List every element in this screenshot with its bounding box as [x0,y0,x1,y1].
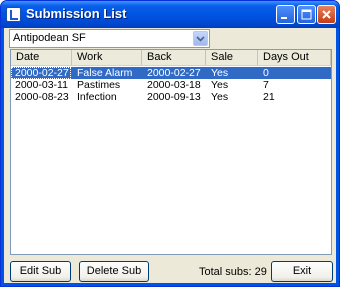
cell-back: 2000-02-27 [147,67,201,79]
delete-sub-button[interactable]: Delete Sub [79,261,149,282]
close-icon [322,10,331,19]
edit-sub-button[interactable]: Edit Sub [10,261,71,282]
cell-sale: Yes [211,91,229,103]
column-header-date[interactable]: Date [11,50,72,65]
maximize-icon [301,9,312,20]
column-header-back[interactable]: Back [142,50,206,65]
chevron-down-icon [196,36,205,42]
table-row[interactable]: 2000-02-27 False Alarm 2000-02-27 Yes 0 [11,67,331,79]
total-subs-label: Total subs: 29 [199,266,267,278]
maximize-button[interactable] [297,5,316,24]
table-row[interactable]: 2000-03-11 Pastimes 2000-03-18 Yes 7 [11,79,331,91]
cell-back: 2000-09-13 [147,91,201,103]
table-row[interactable]: 2000-08-23 Infection 2000-09-13 Yes 21 [11,91,331,103]
column-header-sale[interactable]: Sale [206,50,258,65]
close-button[interactable] [317,5,336,24]
cell-sale: Yes [211,67,229,79]
window-client: Antipodean SF Date Work Back Sale Days O… [4,28,336,283]
window-title: Submission List [26,6,127,21]
exit-button[interactable]: Exit [271,261,333,282]
cell-back: 2000-03-18 [147,79,201,91]
cell-date: 2000-02-27 [15,67,69,79]
cell-days-out: 21 [263,91,275,103]
submission-list-window: Submission List Antipodean SF Date Work … [0,0,340,287]
cell-days-out: 7 [263,79,269,91]
cell-work: Pastimes [77,79,121,91]
submission-table[interactable]: Date Work Back Sale Days Out 2000-02-27 … [10,49,332,255]
market-dropdown-value: Antipodean SF [13,32,86,44]
minimize-icon [281,17,287,19]
cell-sale: Yes [211,79,229,91]
cell-work: Infection [77,91,117,103]
cell-date: 2000-03-11 [15,79,68,91]
title-bar[interactable]: Submission List [1,1,339,28]
app-icon [6,7,21,22]
dropdown-button[interactable] [193,31,208,46]
cell-work: False Alarm [77,67,133,79]
column-header-work[interactable]: Work [72,50,142,65]
market-dropdown[interactable]: Antipodean SF [9,29,210,48]
minimize-button[interactable] [276,5,295,24]
column-header-days-out[interactable]: Days Out [258,50,331,65]
cell-days-out: 0 [263,67,269,79]
cell-date: 2000-08-23 [15,91,69,103]
table-header: Date Work Back Sale Days Out [11,50,331,66]
